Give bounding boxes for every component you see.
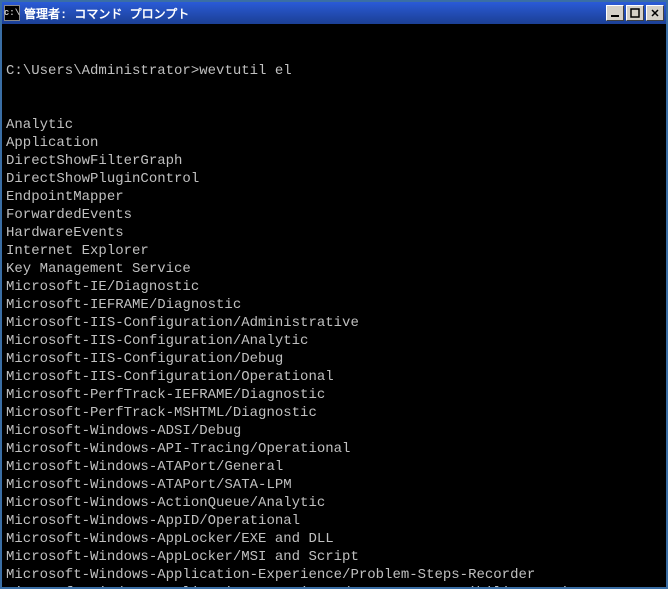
output-line: DirectShowPluginControl xyxy=(6,170,662,188)
output-line: Microsoft-Windows-API-Tracing/Operationa… xyxy=(6,440,662,458)
terminal-output[interactable]: C:\Users\Administrator>wevtutil el Analy… xyxy=(2,24,666,587)
output-line: Key Management Service xyxy=(6,260,662,278)
output-line: Microsoft-Windows-AppID/Operational xyxy=(6,512,662,530)
output-line: Analytic xyxy=(6,116,662,134)
minimize-button[interactable] xyxy=(606,5,624,21)
output-line: Microsoft-Windows-ADSI/Debug xyxy=(6,422,662,440)
output-line: EndpointMapper xyxy=(6,188,662,206)
output-line: Microsoft-IE/Diagnostic xyxy=(6,278,662,296)
output-line: Microsoft-IIS-Configuration/Analytic xyxy=(6,332,662,350)
close-icon xyxy=(650,8,660,18)
output-line: Microsoft-IIS-Configuration/Operational xyxy=(6,368,662,386)
output-line: Microsoft-Windows-ATAPort/General xyxy=(6,458,662,476)
output-line: Microsoft-Windows-ActionQueue/Analytic xyxy=(6,494,662,512)
command-prompt-window: c:\ 管理者: コマンド プロンプト C:\Users\Administrat… xyxy=(0,0,668,589)
output-line: Internet Explorer xyxy=(6,242,662,260)
output-line: Microsoft-Windows-AppLocker/EXE and DLL xyxy=(6,530,662,548)
output-line: Microsoft-IIS-Configuration/Administrati… xyxy=(6,314,662,332)
output-line: Application xyxy=(6,134,662,152)
output-line: Microsoft-Windows-AppLocker/MSI and Scri… xyxy=(6,548,662,566)
command: wevtutil el xyxy=(199,63,291,79)
output-line: DirectShowFilterGraph xyxy=(6,152,662,170)
output-line: Microsoft-PerfTrack-MSHTML/Diagnostic xyxy=(6,404,662,422)
prompt: C:\Users\Administrator> xyxy=(6,63,199,79)
output-line: HardwareEvents xyxy=(6,224,662,242)
window-controls xyxy=(606,5,664,21)
output-line: Microsoft-PerfTrack-IEFRAME/Diagnostic xyxy=(6,386,662,404)
minimize-icon xyxy=(610,8,620,18)
output-line: ForwardedEvents xyxy=(6,206,662,224)
maximize-icon xyxy=(630,8,640,18)
window-title: 管理者: コマンド プロンプト xyxy=(24,5,606,22)
output-line: Microsoft-Windows-ATAPort/SATA-LPM xyxy=(6,476,662,494)
cmd-icon: c:\ xyxy=(4,5,20,21)
titlebar[interactable]: c:\ 管理者: コマンド プロンプト xyxy=(2,2,666,24)
output-line: Microsoft-IEFRAME/Diagnostic xyxy=(6,296,662,314)
prompt-line: C:\Users\Administrator>wevtutil el xyxy=(6,62,662,80)
output-line: Microsoft-IIS-Configuration/Debug xyxy=(6,350,662,368)
maximize-button[interactable] xyxy=(626,5,644,21)
close-button[interactable] xyxy=(646,5,664,21)
output-line: Microsoft-Windows-Application-Experience… xyxy=(6,584,662,587)
output-line: Microsoft-Windows-Application-Experience… xyxy=(6,566,662,584)
